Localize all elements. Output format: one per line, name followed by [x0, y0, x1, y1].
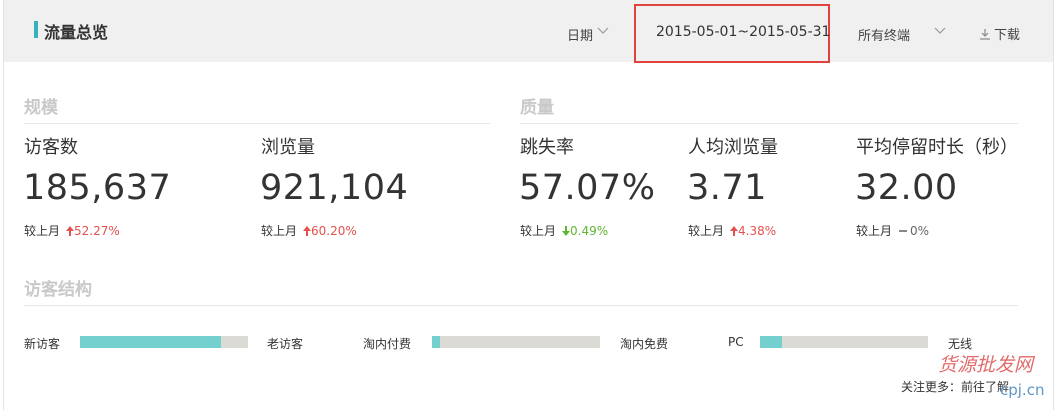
- structure-bar-device: [760, 336, 928, 348]
- structure-bar-fill: [432, 336, 441, 348]
- compare-label: 较上月: [520, 224, 557, 238]
- metric-label-bounce-rate: 跳失率: [520, 137, 574, 158]
- metric-label-avg-duration: 平均停留时长（秒）: [856, 137, 1018, 158]
- compare-label: 较上月: [856, 224, 893, 238]
- structure-left-label: 新访客: [24, 337, 61, 351]
- metric-label-pageviews: 浏览量: [261, 137, 315, 158]
- panel-title: 流量总览: [44, 23, 109, 42]
- section-title-quality: 质量: [520, 98, 554, 118]
- metric-compare-avg-duration: 较上月 0%: [856, 222, 929, 239]
- metric-label-avg-pageviews: 人均浏览量: [688, 137, 778, 158]
- metric-value-visitors: 185,637: [23, 168, 172, 208]
- change-value: 4.38%: [738, 223, 777, 238]
- metric-compare-avg-pageviews: 较上月 4.38%: [688, 222, 776, 239]
- structure-left-label: PC: [728, 335, 744, 349]
- title-accent-bar: [34, 21, 38, 38]
- date-dropdown-label[interactable]: 日期: [567, 25, 593, 44]
- metric-label-visitors: 访客数: [24, 137, 78, 158]
- divider: [24, 305, 1018, 306]
- download-icon: [980, 28, 990, 40]
- arrow-down-icon: [562, 225, 571, 236]
- structure-right-label: 老访客: [267, 337, 304, 351]
- structure-bar-fill: [80, 336, 222, 348]
- download-label: 下载: [994, 28, 1021, 43]
- compare-label: 较上月: [24, 224, 61, 238]
- structure-left-label: 淘内付费: [363, 337, 412, 351]
- divider: [520, 123, 1018, 124]
- metric-compare-bounce-rate: 较上月 0.49%: [520, 222, 608, 239]
- structure-right-label: 淘内免费: [620, 337, 669, 351]
- metric-compare-pageviews: 较上月 60.20%: [261, 222, 357, 239]
- compare-label: 较上月: [261, 224, 298, 238]
- change-value: 60.20%: [311, 223, 357, 238]
- flat-dash-icon: [899, 229, 908, 232]
- change-value: 0%: [910, 223, 930, 238]
- watermark-domain: cpj.cn: [1000, 381, 1045, 399]
- chevron-down-icon[interactable]: [934, 27, 946, 35]
- metric-value-bounce-rate: 57.07%: [519, 168, 656, 208]
- footer-link[interactable]: 关注更多：前往了解: [901, 378, 1009, 395]
- structure-bar-visitors: [80, 336, 248, 348]
- date-range-picker[interactable]: 2015-05-01~2015-05-31: [656, 24, 830, 40]
- arrow-up-icon: [66, 225, 75, 236]
- change-value: 52.27%: [74, 223, 120, 238]
- chevron-down-icon[interactable]: [597, 27, 609, 35]
- watermark-logo-text: 货源批发网: [938, 354, 1034, 376]
- section-title-scale: 规模: [24, 98, 58, 118]
- metric-value-avg-duration: 32.00: [855, 168, 958, 208]
- compare-label: 较上月: [688, 224, 725, 238]
- section-title-visitor-structure: 访客结构: [24, 280, 92, 300]
- divider: [24, 123, 490, 124]
- metric-value-avg-pageviews: 3.71: [687, 168, 767, 208]
- metric-value-pageviews: 921,104: [260, 168, 409, 208]
- download-button[interactable]: 下载: [979, 24, 1020, 43]
- arrow-up-icon: [303, 225, 312, 236]
- change-value: 0.49%: [570, 223, 609, 238]
- structure-bar-traffic-source: [432, 336, 600, 348]
- structure-bar-fill: [760, 336, 782, 348]
- metric-compare-visitors: 较上月 52.27%: [24, 222, 120, 239]
- terminal-dropdown[interactable]: 所有终端: [858, 25, 910, 44]
- arrow-up-icon: [730, 225, 739, 236]
